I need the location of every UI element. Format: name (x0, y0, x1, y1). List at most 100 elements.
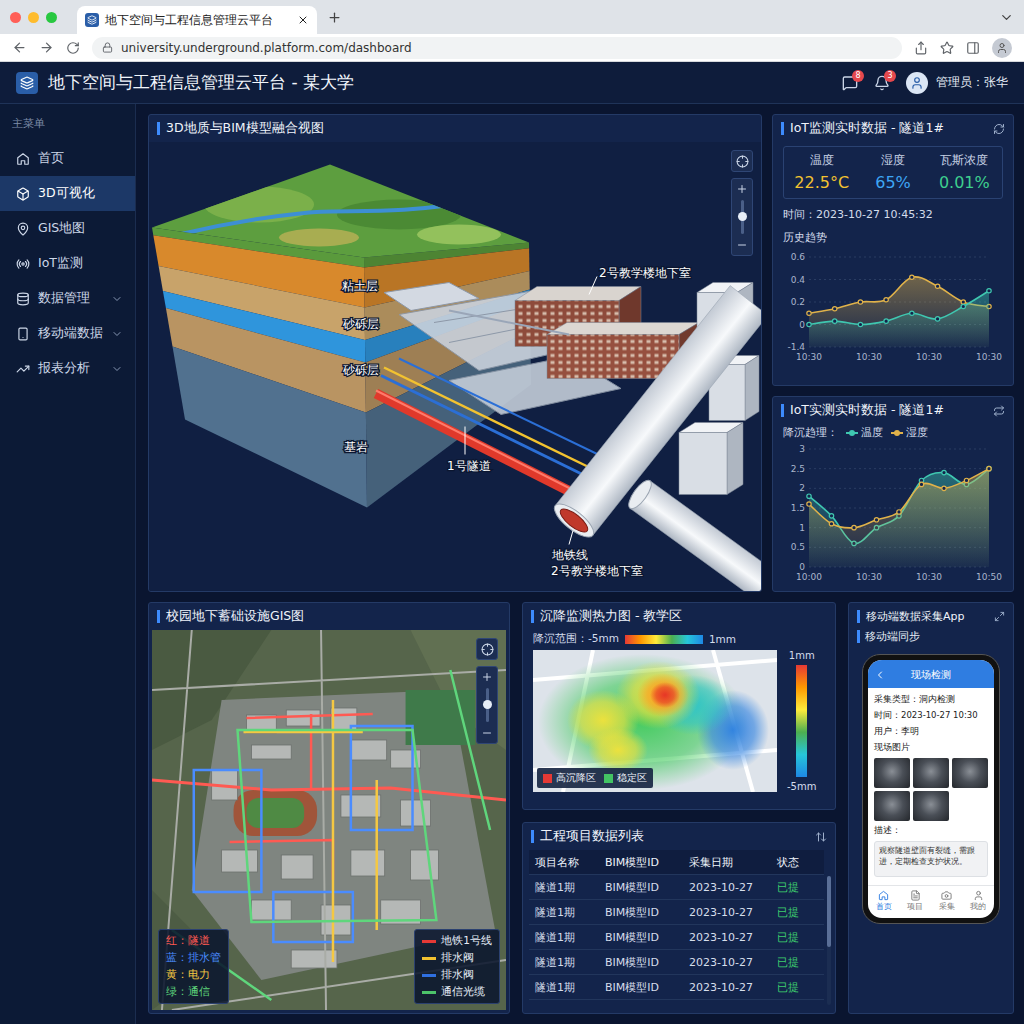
refresh-icon[interactable] (993, 123, 1005, 135)
chart-point[interactable] (807, 311, 811, 315)
chart-point[interactable] (858, 300, 862, 304)
column-header[interactable]: 项目名称 (535, 855, 605, 870)
table-row[interactable]: 隧道1期BIM模型ID2023-10-27已提 (529, 875, 824, 900)
user-menu[interactable]: 管理员：张华 (906, 72, 1008, 94)
arrow-left-icon[interactable] (12, 40, 27, 55)
heat-map-box[interactable]: 高沉降区稳定区 (533, 650, 777, 792)
minimize-light[interactable] (28, 12, 39, 23)
chart-point[interactable] (935, 317, 939, 321)
profile-button[interactable] (992, 38, 1012, 58)
chart-point[interactable] (858, 322, 862, 326)
close-icon[interactable] (297, 14, 309, 26)
zoom-knob[interactable] (738, 212, 747, 221)
locate-button[interactable] (731, 150, 753, 172)
zoom-slider[interactable] (741, 200, 744, 234)
chart-point[interactable] (961, 300, 965, 304)
column-header[interactable]: 采集日期 (689, 855, 777, 870)
chart-point[interactable] (807, 502, 811, 506)
photo[interactable] (874, 791, 910, 821)
legend-item[interactable]: 温度 (846, 426, 883, 440)
table-row[interactable]: 隧道1期BIM模型ID2023-10-27已提 (529, 975, 824, 1000)
reload-button[interactable] (66, 41, 80, 55)
zoom-light[interactable] (46, 12, 57, 23)
notifications-button[interactable]: 3 (874, 75, 890, 91)
chart-point[interactable] (884, 319, 888, 323)
crosshair-icon[interactable] (736, 155, 749, 168)
photo[interactable] (913, 758, 949, 788)
zoom-in-icon[interactable] (481, 671, 493, 683)
chart-point[interactable] (807, 322, 811, 326)
chart-point[interactable] (942, 470, 946, 474)
sort-button[interactable] (815, 831, 827, 843)
locate-button[interactable] (476, 638, 498, 660)
desc-field[interactable]: 观察隧道壁面有裂缝，需跟进，定期检查支护状况。 (874, 841, 988, 877)
table-row[interactable]: 隧道1期BIM模型ID2023-10-27已提 (529, 950, 824, 975)
chart-point[interactable] (910, 275, 914, 279)
reload-icon[interactable] (66, 41, 80, 55)
gis-view[interactable]: 红：隧道蓝：排水管黄：电力绿：通信地铁1号线排水阀排水阀通信光缆 (152, 630, 506, 1010)
nav-item[interactable]: 首页 (868, 890, 900, 912)
chart-point[interactable] (910, 311, 914, 315)
switch-button[interactable] (993, 405, 1005, 417)
photo[interactable] (913, 791, 949, 821)
zoom-out-icon[interactable] (736, 239, 748, 251)
chart-point[interactable] (942, 486, 946, 490)
expand-icon[interactable] (994, 611, 1005, 622)
sidebar-item[interactable]: GIS地图 (0, 211, 135, 246)
chart-point[interactable] (935, 284, 939, 288)
sort-icon[interactable] (815, 831, 827, 843)
chevron-down-icon[interactable] (999, 10, 1014, 25)
sidebar-item[interactable]: 报表分析 (0, 351, 135, 386)
chart-point[interactable] (987, 289, 991, 293)
nav-item[interactable]: 我的 (963, 890, 995, 912)
zoom-out-icon[interactable] (481, 727, 493, 739)
user-icon[interactable] (996, 42, 1008, 54)
zoom-slider[interactable] (486, 688, 489, 722)
table-row[interactable]: 隧道1期BIM模型ID2023-10-27已提 (529, 900, 824, 925)
chart-point[interactable] (833, 319, 837, 323)
chart-point[interactable] (833, 307, 837, 311)
scrollbar[interactable] (827, 876, 831, 1005)
utility-pipes[interactable] (376, 311, 619, 495)
bookmark-button[interactable] (940, 41, 954, 55)
plus-icon[interactable] (327, 10, 342, 25)
messages-button[interactable]: 8 (842, 75, 858, 91)
tab-list-button[interactable] (999, 10, 1014, 25)
browser-tab[interactable]: 地下空间与工程信息管理云平台 (77, 6, 317, 34)
zoom-knob[interactable] (483, 700, 492, 709)
scene-view[interactable]: 粘土层砂砾层砂砾层基岩2号教学楼地下室1号隧道地铁线2号教学楼地下室 (149, 142, 761, 591)
scroll-thumb[interactable] (827, 876, 831, 947)
back-button[interactable] (12, 40, 27, 55)
share-icon[interactable] (914, 41, 928, 55)
column-header[interactable]: BIM模型ID (605, 855, 689, 870)
chart-point[interactable] (964, 478, 968, 482)
forward-button[interactable] (39, 40, 54, 55)
zoom-in-icon[interactable] (736, 183, 748, 195)
chart-point[interactable] (829, 522, 833, 526)
chart-point[interactable] (884, 298, 888, 302)
sidebar-item[interactable]: 移动端数据 (0, 316, 135, 351)
back-icon[interactable] (874, 669, 886, 681)
url-field[interactable]: university.underground.platform.com/dash… (92, 37, 902, 59)
sidebar-item[interactable]: 首页 (0, 141, 135, 176)
expand-button[interactable] (994, 611, 1005, 622)
sidepanel-button[interactable] (966, 41, 980, 55)
arrow-right-icon[interactable] (39, 40, 54, 55)
photo[interactable] (952, 758, 988, 788)
nav-item[interactable]: 项目 (900, 890, 932, 912)
chart-point[interactable] (897, 510, 901, 514)
chart-point[interactable] (987, 466, 991, 470)
repeat-icon[interactable] (993, 405, 1005, 417)
photo[interactable] (874, 758, 910, 788)
sidebar-item[interactable]: 数据管理 (0, 281, 135, 316)
crosshair-icon[interactable] (481, 643, 494, 656)
column-header[interactable]: 状态 (777, 855, 818, 870)
chart-point[interactable] (852, 525, 856, 529)
avatar-icon[interactable] (906, 72, 928, 94)
chart-point[interactable] (807, 494, 811, 498)
refresh-button[interactable] (993, 123, 1005, 135)
share-button[interactable] (914, 41, 928, 55)
close-light[interactable] (10, 12, 21, 23)
chart-point[interactable] (987, 466, 991, 470)
chart-point[interactable] (874, 518, 878, 522)
